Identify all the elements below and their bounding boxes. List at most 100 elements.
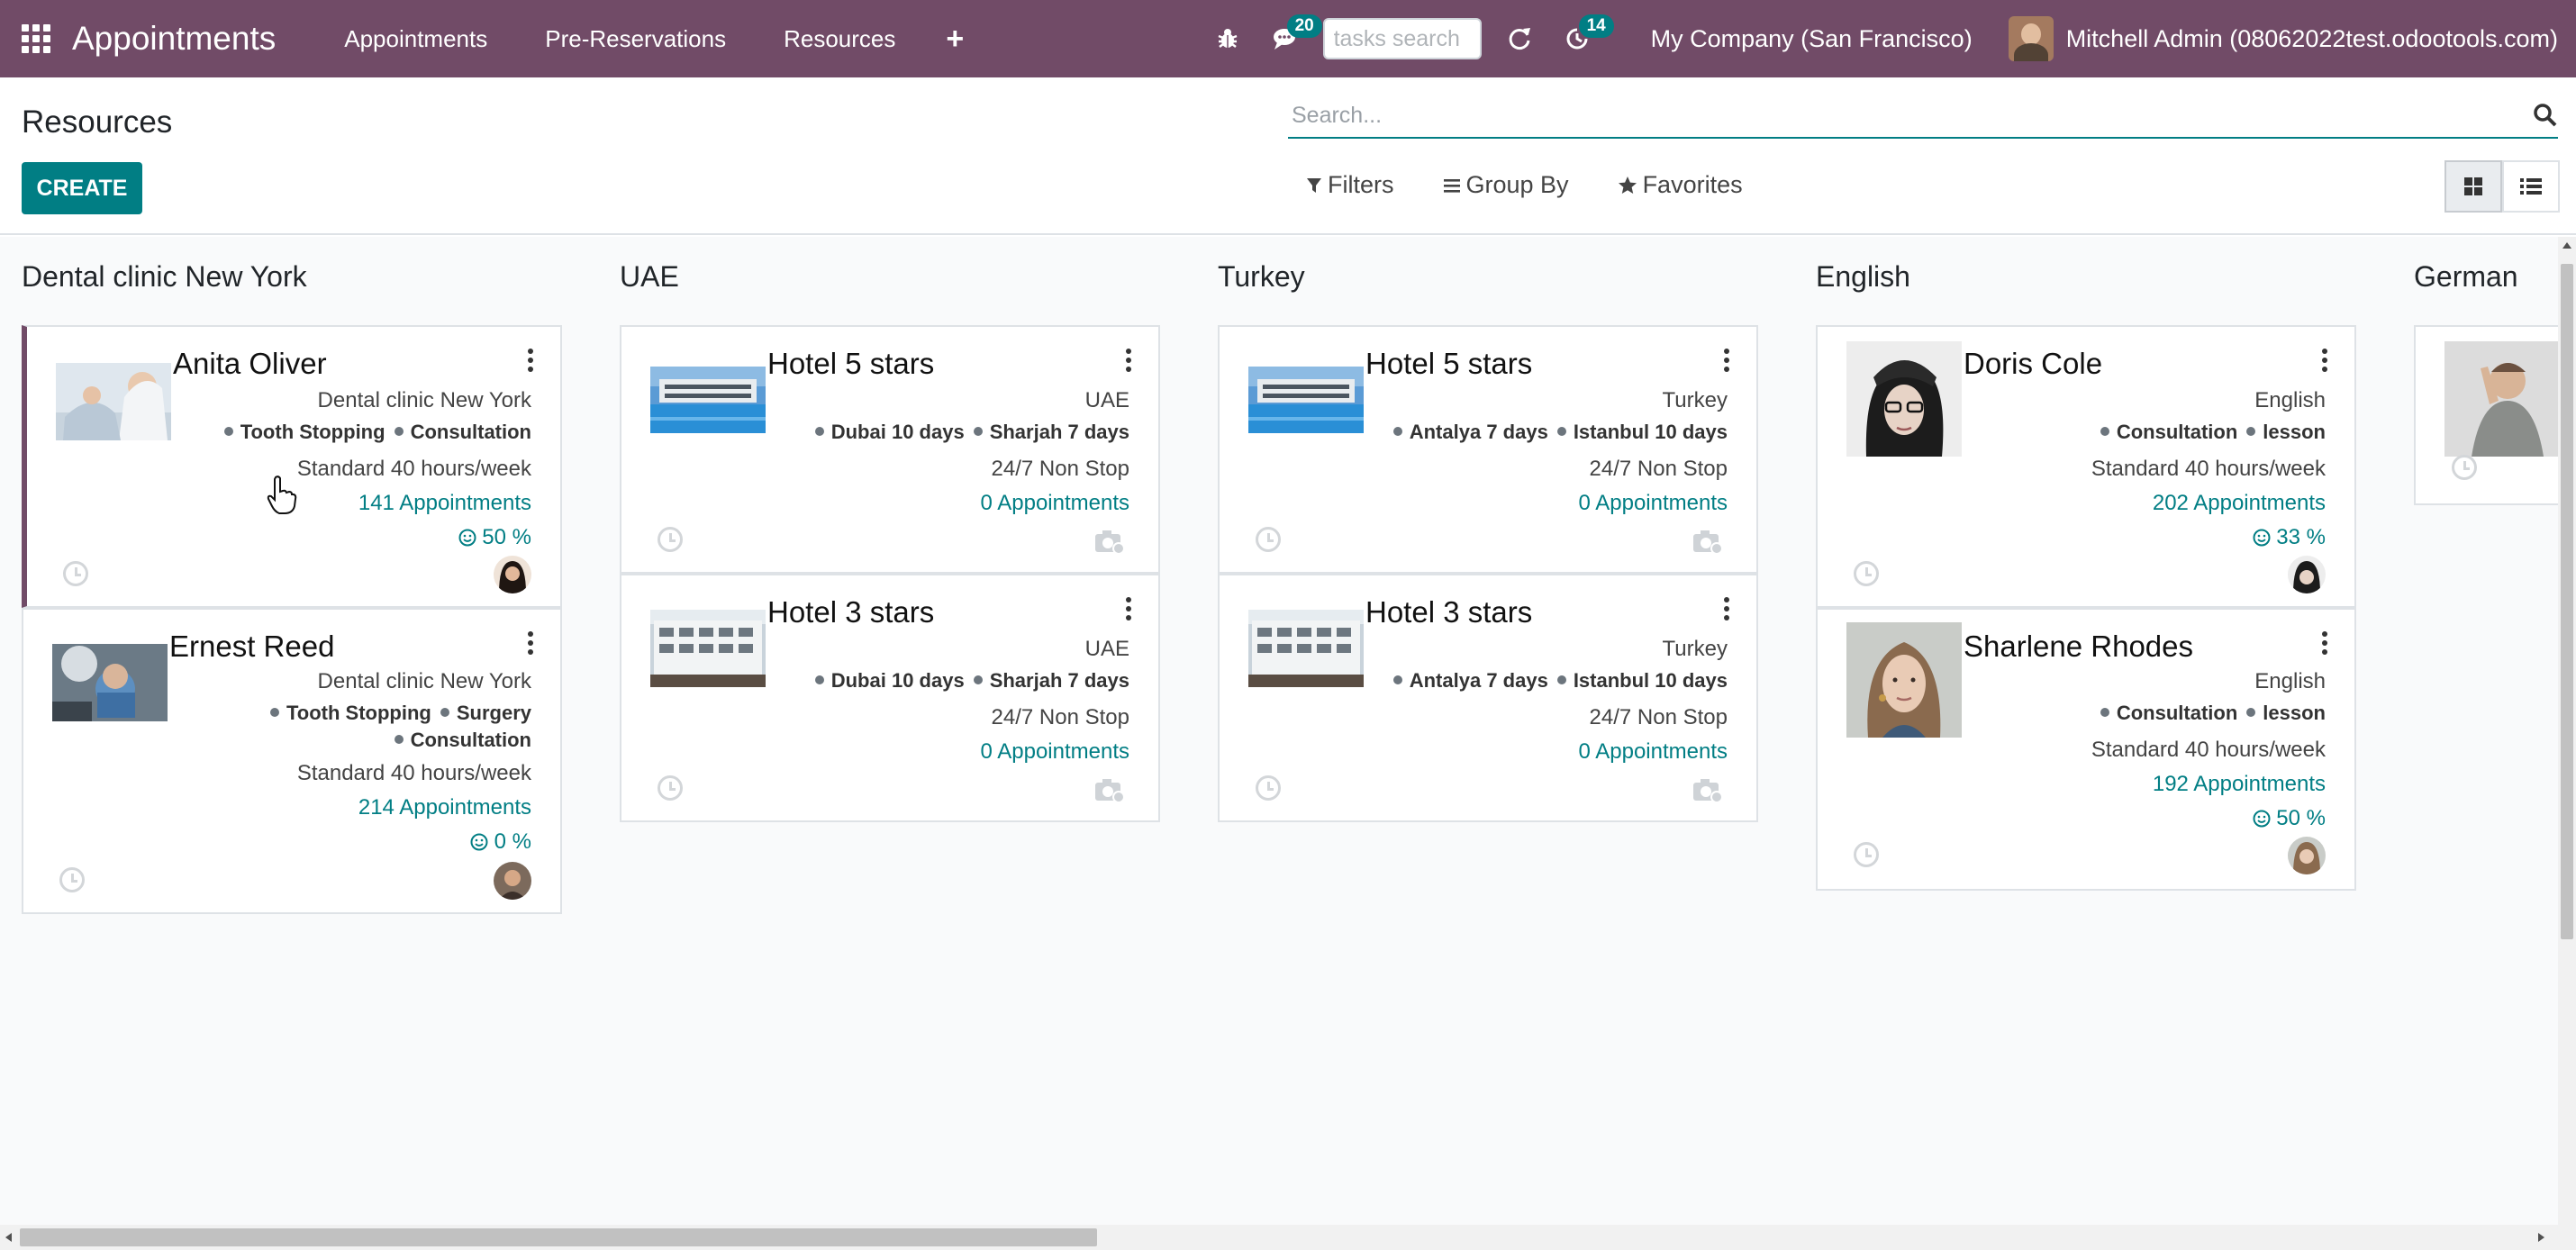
card-schedule: Standard 40 hours/week [296,761,531,785]
company-switcher[interactable]: My Company (San Francisco) [1606,25,2009,53]
kebab-menu-icon[interactable] [1126,597,1131,620]
column-title[interactable]: German [2414,260,2518,294]
column-title[interactable]: English [1816,260,1910,294]
horizontal-scrollbar[interactable] [0,1225,2576,1250]
appointments-link[interactable]: 202 Appointments [2153,491,2326,516]
activity-clock-icon[interactable] [2452,455,2477,480]
kanban-card[interactable]: Doris Cole English Consultation lesson S… [1816,325,2356,608]
activity-clock-icon[interactable] [1256,775,1281,801]
kanban-card[interactable]: Hotel 5 stars Turkey Antalya 7 days Ista… [1218,325,1758,574]
tag: Consultation [2100,702,2237,725]
appointments-link[interactable]: 192 Appointments [2153,772,2326,797]
kebab-menu-icon[interactable] [528,631,533,655]
app-brand[interactable]: Appointments [72,20,276,58]
card-tags: Consultation lesson [2100,421,2326,444]
resource-image [1846,622,1962,738]
activity-clock-icon[interactable] [59,867,85,892]
create-button[interactable]: CREATE [22,162,142,214]
menu-pre-reservations[interactable]: Pre-Reservations [516,25,755,53]
kanban-card[interactable]: Hotel 3 stars Turkey Antalya 7 days Ista… [1218,574,1758,822]
appointments-link[interactable]: 214 Appointments [358,795,531,820]
favorites-toggle[interactable]: Favorites [1618,171,1743,199]
hand-cursor-icon [267,476,297,514]
kebab-menu-icon[interactable] [1724,597,1729,620]
smile-icon [2253,529,2271,547]
appointments-link[interactable]: 0 Appointments [1579,739,1728,765]
menu-add-icon[interactable]: + [924,22,985,57]
card-title[interactable]: Anita Oliver [173,347,327,381]
scroll-left-arrow-icon[interactable] [5,1233,12,1242]
camera-placeholder-icon [1095,779,1125,802]
resource-image [56,363,171,440]
refresh-icon[interactable] [1491,0,1548,77]
search-icon[interactable] [2533,103,2558,128]
kanban-card[interactable]: Hotel 5 stars UAE Dubai 10 days Sharjah … [620,325,1160,574]
scroll-up-arrow-icon[interactable] [2562,242,2571,249]
menu-resources[interactable]: Resources [755,25,924,53]
vertical-scrollbar[interactable] [2558,237,2576,1225]
tasks-search-input[interactable]: tasks search [1322,18,1482,59]
activity-clock-icon[interactable] [1256,527,1281,552]
appointments-link[interactable]: 141 Appointments [358,491,531,516]
column-title[interactable]: Turkey [1218,260,1305,294]
tag: lesson [2246,702,2326,725]
activity-clock-icon[interactable] [658,775,683,801]
list-view-button[interactable] [2502,160,2560,213]
kanban-card[interactable]: Hotel 3 stars UAE Dubai 10 days Sharjah … [620,574,1160,822]
tag: Dubai 10 days [815,669,965,693]
activities-clock-icon[interactable]: 14 [1548,0,1614,77]
kanban-card[interactable] [2414,325,2558,505]
messages-icon[interactable]: 20 [1256,0,1322,77]
activity-clock-icon[interactable] [63,561,88,586]
tag: Istanbul 10 days [1557,669,1728,693]
apps-menu-icon[interactable] [0,0,72,77]
card-location: English [2254,388,2326,412]
user-menu[interactable]: Mitchell Admin (08062022test.odootools.c… [2008,16,2576,61]
kanban-column: German [2414,237,2558,525]
card-schedule: 24/7 Non Stop [991,705,1129,729]
appointments-link[interactable]: 0 Appointments [981,739,1129,765]
appointments-link[interactable]: 0 Appointments [1579,491,1728,516]
menu-appointments[interactable]: Appointments [315,25,516,53]
kebab-menu-icon[interactable] [1724,349,1729,372]
card-title[interactable]: Sharlene Rhodes [1964,630,2193,664]
activity-clock-icon[interactable] [658,527,683,552]
scroll-right-arrow-icon[interactable] [2538,1233,2544,1242]
activity-clock-icon[interactable] [1854,842,1879,867]
column-title[interactable]: UAE [620,260,679,294]
card-title[interactable]: Hotel 3 stars [767,595,934,630]
kanban-card[interactable]: Anita Oliver Dental clinic New York Toot… [22,325,562,608]
column-title[interactable]: Dental clinic New York [22,260,307,294]
appointments-link[interactable]: 0 Appointments [981,491,1129,516]
kanban-card[interactable]: Sharlene Rhodes English Consultation les… [1816,608,2356,891]
card-title[interactable]: Hotel 3 stars [1365,595,1532,630]
list-icon [2520,178,2542,195]
view-switcher [2444,160,2560,213]
card-title[interactable]: Ernest Reed [169,630,334,664]
kebab-menu-icon[interactable] [2322,349,2327,372]
search-input[interactable]: Search... [1288,103,2533,129]
card-title[interactable]: Hotel 5 stars [1365,347,1532,381]
search-bar[interactable]: Search... [1288,94,2558,139]
search-options: Filters Group By Favorites [1306,171,1743,199]
kanban-card[interactable]: Ernest Reed Dental clinic New York Tooth… [22,608,562,914]
tag: Antalya 7 days [1393,421,1548,444]
activity-clock-icon[interactable] [1854,561,1879,586]
user-name: Mitchell Admin (08062022test.odootools.c… [2065,24,2558,52]
card-schedule: Standard 40 hours/week [2091,738,2326,762]
kebab-menu-icon[interactable] [1126,349,1131,372]
kanban-view-button[interactable] [2444,160,2502,213]
vertical-scroll-thumb[interactable] [2561,264,2573,939]
debug-bug-icon[interactable] [1199,0,1256,77]
card-schedule: 24/7 Non Stop [991,457,1129,481]
horizontal-scroll-thumb[interactable] [20,1228,1097,1246]
card-tags: Consultation lesson [2100,702,2326,725]
filters-toggle[interactable]: Filters [1306,171,1394,199]
card-title[interactable]: Doris Cole [1964,347,2102,381]
card-title[interactable]: Hotel 5 stars [767,347,934,381]
resource-image [1248,610,1364,687]
kebab-menu-icon[interactable] [528,349,533,372]
kebab-menu-icon[interactable] [2322,631,2327,655]
groupby-toggle[interactable]: Group By [1443,171,1569,199]
smile-icon [2253,810,2271,828]
